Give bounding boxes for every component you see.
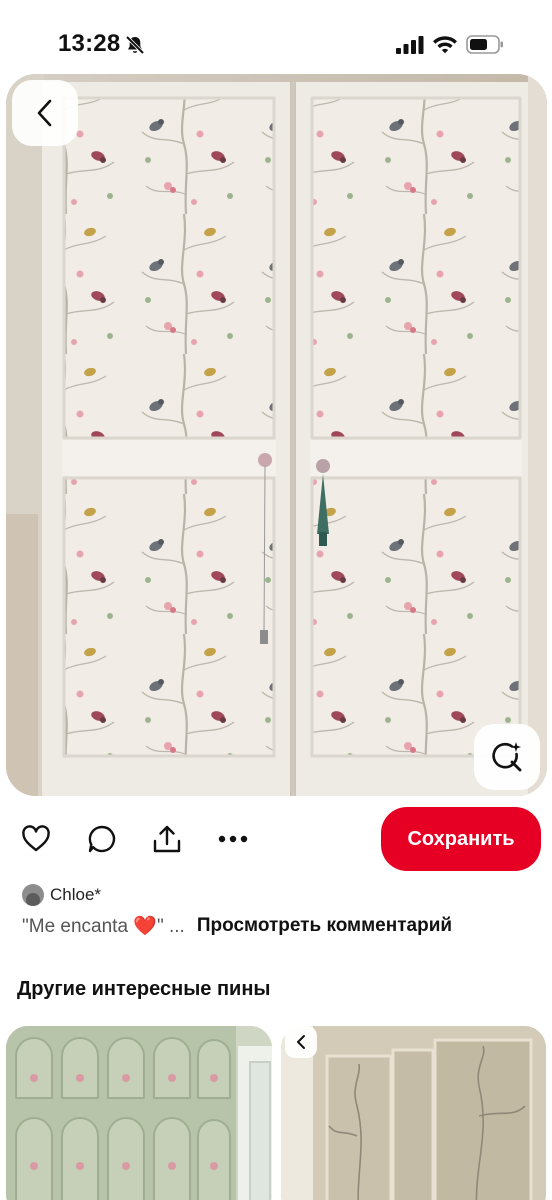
more-icon xyxy=(218,835,248,843)
comment-preview: "Me encanta ❤️" ... Просмотреть коммента… xyxy=(22,914,452,938)
save-button[interactable]: Сохранить xyxy=(381,807,541,871)
related-pin-card[interactable] xyxy=(6,1026,272,1200)
avatar[interactable] xyxy=(22,884,44,906)
wifi-icon xyxy=(433,36,457,54)
thumbnail-back-button[interactable] xyxy=(285,1026,317,1058)
author-name[interactable]: Chloe* xyxy=(50,885,101,905)
share-button[interactable] xyxy=(150,822,184,856)
pin-image[interactable] xyxy=(6,74,547,796)
related-pin-card[interactable] xyxy=(281,1026,546,1200)
comment-text: "Me encanta ❤️" ... xyxy=(22,916,185,937)
battery-icon xyxy=(466,35,503,54)
share-icon xyxy=(153,825,181,853)
comment-author[interactable]: Chloe* xyxy=(22,882,101,908)
wardrobe-wallpaper-illustration xyxy=(6,74,547,796)
comment-icon xyxy=(88,825,116,853)
comment-button[interactable] xyxy=(85,822,119,856)
like-button[interactable] xyxy=(19,822,53,856)
chevron-left-icon xyxy=(297,1035,305,1049)
status-time: 13:28 xyxy=(58,30,121,57)
view-comment-link[interactable]: Просмотреть комментарий xyxy=(197,915,452,937)
heart-icon xyxy=(22,825,50,852)
visual-search-button[interactable] xyxy=(474,724,540,790)
green-cabinet-thumbnail xyxy=(6,1026,272,1200)
pin-actions: Сохранить xyxy=(0,800,552,878)
back-button[interactable] xyxy=(12,80,78,146)
status-bar: 13:28 xyxy=(0,0,552,80)
more-pins-title: Другие интересные пины xyxy=(17,978,271,1000)
chevron-left-icon xyxy=(37,99,52,127)
bird-wallpaper-wardrobe-thumbnail xyxy=(281,1026,546,1200)
signal-icon xyxy=(396,36,424,54)
more-options-button[interactable] xyxy=(216,822,250,856)
bell-slash-icon xyxy=(125,35,145,55)
visual-search-icon xyxy=(492,742,522,772)
